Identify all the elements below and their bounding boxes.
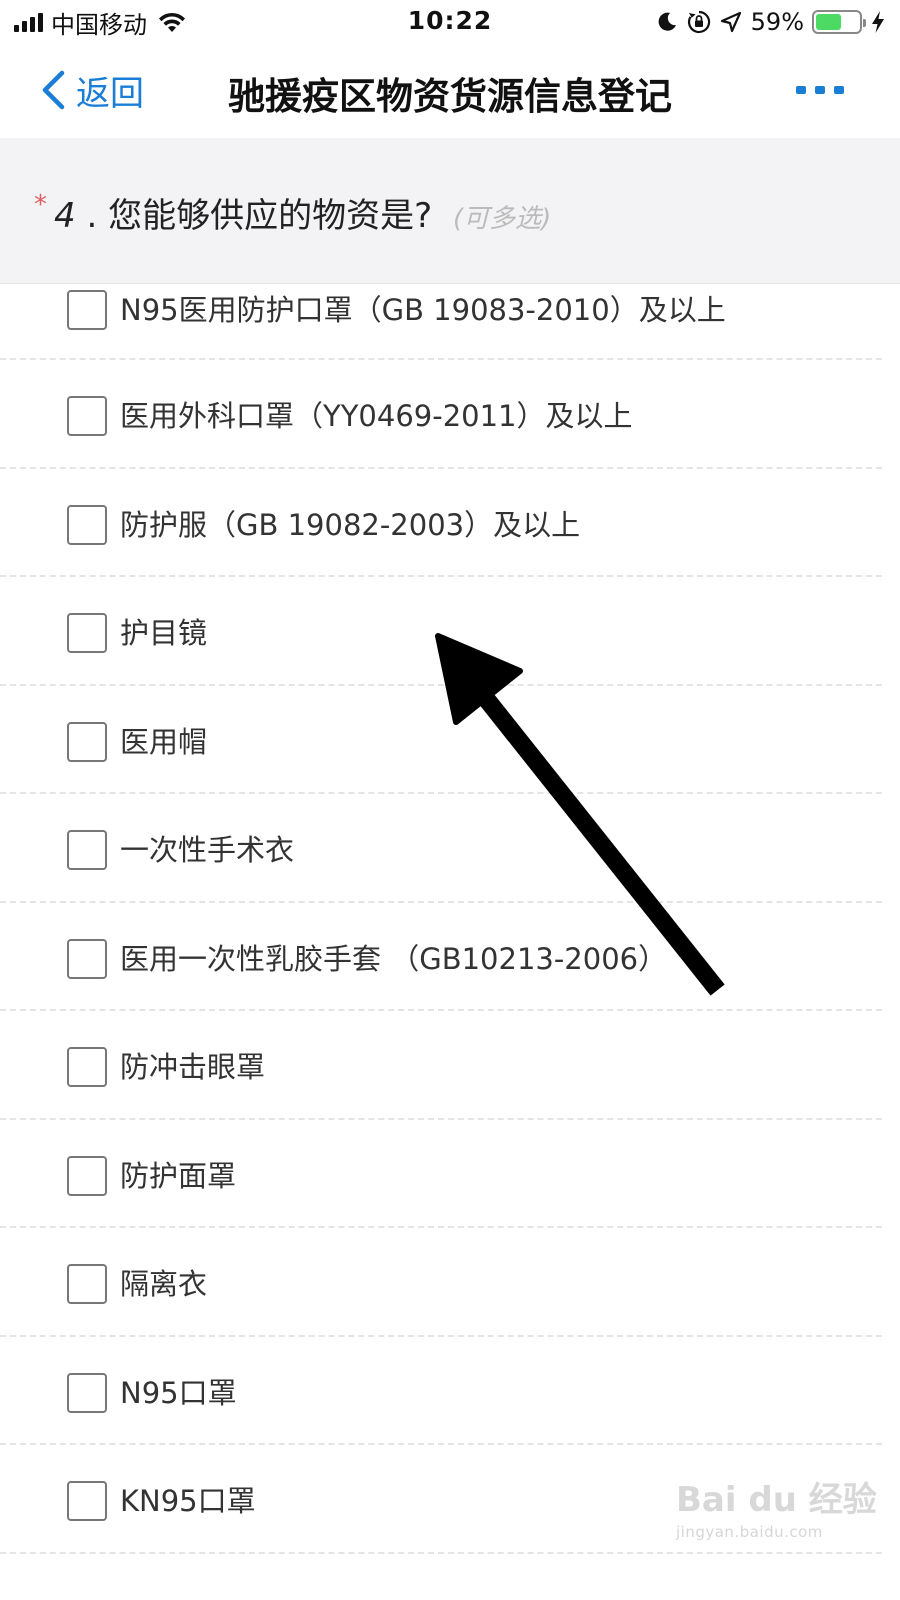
charging-icon [872,11,884,33]
option-item[interactable]: N95医用防护口罩（GB 19083-2010）及以上 [0,254,900,360]
question-number: 4 [54,196,76,236]
status-right: 59% [655,8,886,36]
checkbox[interactable] [67,1155,107,1196]
checkbox[interactable] [67,613,107,653]
checkbox[interactable] [67,938,107,979]
option-item[interactable]: 医用一次性乳胶手套 （GB10213-2006） [0,903,900,1012]
more-dot-icon [815,86,825,94]
more-menu-button[interactable] [796,82,844,98]
multi-select-hint: (可多选) [452,204,552,234]
option-label: 隔离衣 [120,1267,208,1301]
checkbox[interactable] [67,721,107,762]
checkbox[interactable] [67,830,107,870]
option-label: N95口罩 [120,1375,237,1410]
watermark-logo: Bai du 经验 [676,1480,877,1520]
checkbox[interactable] [67,1264,107,1304]
option-item[interactable]: 医用外科口罩（YY0469-2011）及以上 [0,360,900,469]
nav-bar: 返回 驰援疫区物资货源信息登记 [0,44,900,136]
question-separator: . [86,196,98,236]
option-item[interactable]: 防护面罩 [0,1120,900,1229]
location-icon [720,11,741,33]
more-dot-icon [796,86,806,94]
option-label: 防护面罩 [120,1158,237,1193]
watermark: Bai du 经验 jingyan.baidu.com [676,1472,877,1562]
option-label: 医用一次性乳胶手套 （GB10213-2006） [120,941,668,976]
checkbox[interactable] [67,290,107,330]
checkbox[interactable] [67,396,107,436]
option-label: 医用外科口罩（YY0469-2011）及以上 [120,399,633,433]
option-item[interactable]: 防冲击眼罩 [0,1011,900,1120]
option-label: 一次性手术衣 [120,833,295,867]
checkbox[interactable] [67,1481,107,1521]
battery-icon [812,10,866,34]
option-item[interactable]: N95口罩 [0,1337,900,1446]
option-item[interactable]: 护目镜 [0,577,900,686]
battery-fill [816,14,841,30]
checkbox[interactable] [67,1372,107,1413]
option-label: N95医用防护口罩（GB 19083-2010）及以上 [120,293,726,327]
watermark-url: jingyan.baidu.com [676,1523,823,1541]
option-item[interactable]: 防护服（GB 19082-2003）及以上 [0,469,900,578]
orientation-lock-icon [687,10,710,34]
option-label: 防护服（GB 19082-2003）及以上 [120,507,581,542]
header-divider [0,283,900,284]
more-dot-icon [834,86,844,94]
option-label: 护目镜 [120,616,208,650]
option-item[interactable]: 一次性手术衣 [0,794,900,903]
required-mark: * [34,190,47,220]
checkbox[interactable] [67,1047,107,1087]
status-bar: 中国移动 10:22 59% [0,0,900,44]
option-label: KN95口罩 [120,1484,256,1518]
option-item[interactable]: 隔离衣 [0,1228,900,1337]
option-item[interactable]: 医用帽 [0,686,900,795]
page-title: 驰援疫区物资货源信息登记 [228,75,672,118]
checkbox[interactable] [67,504,107,545]
chevron-left-icon [42,70,65,110]
back-label: 返回 [76,73,144,114]
battery-percent: 59% [750,8,804,36]
question-text: 您能够供应的物资是? [108,196,433,236]
options-list: N95医用防护口罩（GB 19083-2010）及以上 医用外科口罩（YY046… [0,254,900,1554]
moon-icon [658,12,676,31]
option-label: 医用帽 [120,724,208,759]
question-title: 4 . 您能够供应的物资是? (可多选) [54,188,551,237]
option-label: 防冲击眼罩 [120,1050,266,1084]
back-button[interactable]: 返回 [38,64,144,116]
